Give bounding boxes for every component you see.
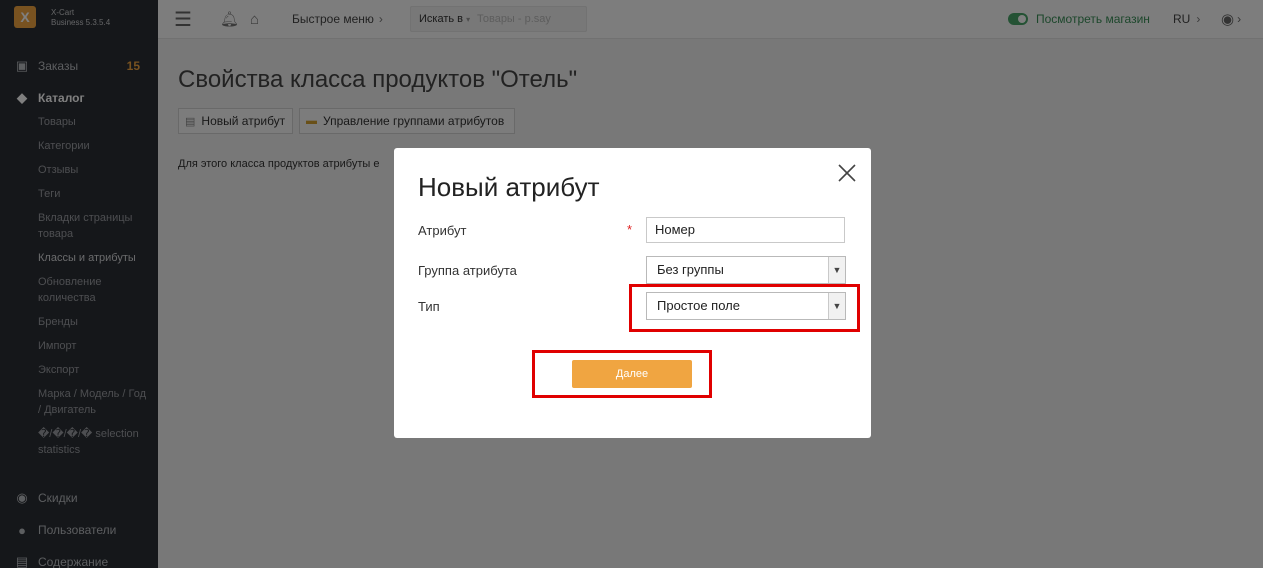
- next-button[interactable]: Далее: [572, 360, 692, 388]
- chevron-down-icon: ▼: [828, 257, 845, 283]
- attribute-name-input[interactable]: Номер: [646, 217, 845, 243]
- close-icon[interactable]: [836, 162, 858, 184]
- chevron-down-icon: ▼: [828, 293, 845, 319]
- type-select[interactable]: Простое поле ▼: [646, 292, 846, 320]
- type-label: Тип: [418, 299, 440, 314]
- new-attribute-dialog: Новый атрибут Атрибут * Номер Группа атр…: [394, 148, 871, 438]
- attribute-group-label: Группа атрибута: [418, 263, 517, 278]
- attribute-group-select[interactable]: Без группы ▼: [646, 256, 846, 284]
- attribute-label: Атрибут: [418, 223, 467, 238]
- required-mark: *: [627, 222, 633, 237]
- dialog-title: Новый атрибут: [418, 172, 600, 202]
